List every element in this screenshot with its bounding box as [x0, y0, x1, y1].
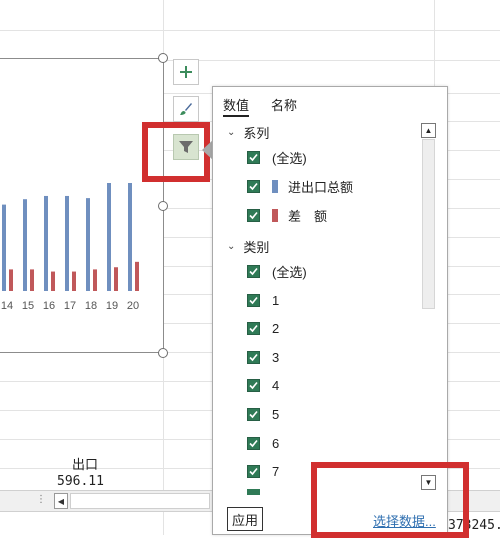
- scroll-left-button[interactable]: ◀: [54, 493, 68, 509]
- tab-values[interactable]: 数值: [223, 95, 250, 117]
- bar-difference-19[interactable]: [114, 267, 118, 291]
- bar-total-18[interactable]: [86, 198, 90, 291]
- bar-difference-15[interactable]: [30, 269, 34, 291]
- category-item-label: 5: [272, 406, 280, 422]
- bar-difference-18[interactable]: [93, 269, 97, 291]
- category-item-label: 1: [272, 292, 280, 308]
- x-tick-label: 17: [64, 300, 76, 312]
- category-item[interactable]: 1: [247, 290, 279, 310]
- category-item-select-all[interactable]: (全选): [247, 261, 307, 281]
- bar-difference-14[interactable]: [9, 269, 13, 291]
- category-item[interactable]: 7: [247, 461, 279, 481]
- category-item-label: (全选): [272, 264, 307, 280]
- category-section-toggle[interactable]: ⌄ 类别: [227, 237, 269, 256]
- checkbox-partial-next-row: [247, 489, 260, 495]
- checkbox-checked-icon[interactable]: [247, 407, 260, 421]
- annotation-box-select-data: [311, 462, 469, 538]
- cell-header-export[interactable]: 出口: [72, 454, 98, 473]
- category-item[interactable]: 2: [247, 318, 279, 338]
- x-tick-label: 19: [106, 300, 118, 312]
- scroll-track[interactable]: [70, 493, 210, 509]
- checkbox-checked-icon[interactable]: [247, 150, 260, 164]
- scroll-up-button[interactable]: ▲: [421, 123, 436, 138]
- resize-handle-right[interactable]: [158, 201, 168, 211]
- x-tick-label: 16: [43, 300, 55, 312]
- chevron-down-icon: ⌄: [227, 241, 236, 252]
- drag-dots-icon: ⋮: [36, 494, 46, 505]
- panel-scroll-thumb[interactable]: [422, 139, 435, 309]
- bar-chart: 14 15 16 17 18 19 20: [1, 183, 139, 312]
- category-item[interactable]: 4: [247, 375, 279, 395]
- bar-total-15[interactable]: [23, 199, 27, 291]
- cell-value-export[interactable]: 596.11: [57, 474, 104, 489]
- bar-total-20[interactable]: [128, 183, 132, 291]
- category-item-label: 3: [272, 349, 280, 365]
- bar-total-14[interactable]: [2, 204, 6, 291]
- category-item-label: 7: [272, 463, 280, 479]
- category-item-label: 4: [272, 377, 280, 393]
- bar-difference-16[interactable]: [51, 271, 55, 291]
- chart-styles-button[interactable]: [173, 96, 199, 122]
- category-item-label: 2: [272, 320, 280, 336]
- checkbox-checked-icon[interactable]: [247, 293, 260, 307]
- apply-button[interactable]: 应用: [227, 507, 263, 531]
- brush-icon: [180, 103, 192, 115]
- category-item[interactable]: 5: [247, 404, 279, 424]
- series-section-toggle[interactable]: ⌄ 系列: [227, 123, 269, 142]
- bar-difference-17[interactable]: [72, 271, 76, 291]
- series-item-label: (全选): [272, 150, 307, 166]
- checkbox-checked-icon[interactable]: [247, 436, 260, 450]
- checkbox-checked-icon[interactable]: [247, 179, 260, 193]
- plus-icon: [180, 66, 192, 78]
- chevron-down-icon: ⌄: [227, 127, 236, 138]
- x-tick-label: 15: [22, 300, 34, 312]
- x-tick-label: 18: [85, 300, 97, 312]
- x-tick-label: 20: [127, 300, 139, 312]
- series-item-label: 差 额: [288, 208, 328, 224]
- resize-handle-bottom-right[interactable]: [158, 348, 168, 358]
- checkbox-checked-icon[interactable]: [247, 321, 260, 335]
- checkbox-checked-icon[interactable]: [247, 208, 260, 222]
- series-item-label: 进出口总额: [288, 179, 354, 195]
- tab-names[interactable]: 名称: [271, 95, 297, 114]
- resize-handle-top-right[interactable]: [158, 53, 168, 63]
- chart-elements-button[interactable]: [173, 59, 199, 85]
- series-color-swatch: [272, 208, 278, 222]
- annotation-box-filter: [142, 122, 210, 182]
- checkbox-checked-icon[interactable]: [247, 350, 260, 364]
- x-tick-label: 14: [1, 300, 13, 312]
- checkbox-checked-icon[interactable]: [247, 264, 260, 278]
- series-color-swatch: [272, 179, 278, 193]
- checkbox-checked-icon[interactable]: [247, 464, 260, 478]
- bar-difference-20[interactable]: [135, 261, 139, 291]
- category-section-title: 类别: [243, 240, 270, 255]
- bar-total-19[interactable]: [107, 183, 111, 291]
- chart-area[interactable]: 14 15 16 17 18 19 20: [0, 58, 164, 353]
- category-item-label: 6: [272, 435, 280, 451]
- category-item[interactable]: 6: [247, 433, 279, 453]
- category-item[interactable]: 3: [247, 347, 279, 367]
- bar-total-17[interactable]: [65, 195, 69, 291]
- series-section-title: 系列: [243, 126, 270, 141]
- series-item-difference[interactable]: 差 额: [247, 205, 327, 225]
- bar-total-16[interactable]: [44, 195, 48, 291]
- series-item-total[interactable]: 进出口总额: [247, 176, 353, 196]
- series-item-select-all[interactable]: (全选): [247, 147, 307, 167]
- checkbox-checked-icon[interactable]: [247, 378, 260, 392]
